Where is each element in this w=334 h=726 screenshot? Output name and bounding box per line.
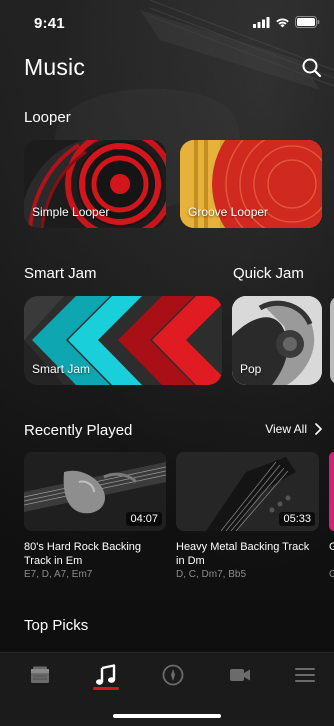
section-title-recently-played: Recently Played	[24, 422, 133, 439]
quick-jam-next-card[interactable]	[330, 296, 334, 385]
section-title-top-picks: Top Picks	[24, 617, 89, 634]
quick-jam-pop-card[interactable]: Pop	[232, 296, 322, 385]
view-all-link[interactable]: View All	[265, 422, 322, 436]
section-title-looper: Looper	[24, 109, 71, 126]
track-duration-1: 04:07	[126, 512, 162, 526]
nav-active-indicator	[93, 687, 119, 690]
track-thumbnail-3[interactable]	[329, 452, 334, 531]
track-title-2[interactable]: Heavy Metal Backing Track in Dm	[176, 540, 316, 568]
groove-looper-label: Groove Looper	[188, 205, 269, 219]
battery-icon	[295, 16, 320, 28]
page-title: Music	[24, 54, 86, 80]
signal-icon	[253, 16, 270, 28]
track-title-1[interactable]: 80's Hard Rock Backing Track in Em	[24, 540, 164, 568]
track-title-3[interactable]: G	[329, 540, 334, 554]
simple-looper-label: Simple Looper	[32, 205, 110, 219]
music-screen: 9:41 Music Looper Simple Looper Groove L…	[0, 0, 334, 726]
track-chords-1: E7, D, A7, Em7	[24, 569, 93, 580]
nav-item-menu[interactable]	[290, 663, 320, 687]
music-note-icon	[96, 664, 116, 685]
section-title-smart-jam: Smart Jam	[24, 265, 97, 282]
status-icons	[253, 16, 320, 28]
nav-item-video[interactable]	[225, 663, 255, 687]
menu-icon	[295, 668, 315, 682]
nav-item-explore[interactable]	[158, 663, 188, 687]
groove-looper-card[interactable]: Groove Looper	[180, 140, 322, 228]
amp-icon	[31, 666, 49, 683]
simple-looper-card[interactable]: Simple Looper	[24, 140, 166, 228]
wifi-icon	[276, 17, 289, 27]
search-icon	[302, 58, 322, 78]
track-chords-3: G	[329, 569, 334, 580]
home-indicator	[113, 714, 221, 718]
smart-jam-card[interactable]: Smart Jam	[24, 296, 222, 385]
chevron-right-icon	[315, 423, 322, 435]
pop-label: Pop	[240, 362, 262, 376]
track-thumbnail-2[interactable]: 05:33	[176, 452, 319, 531]
track-thumbnail-1[interactable]: 04:07	[24, 452, 166, 531]
status-bar: 9:41	[0, 0, 334, 44]
compass-icon	[162, 664, 184, 686]
track-duration-2: 05:33	[279, 512, 315, 526]
search-button[interactable]	[300, 56, 324, 80]
nav-item-amp[interactable]	[25, 663, 55, 687]
nav-item-music[interactable]	[91, 663, 121, 687]
video-camera-icon	[230, 669, 250, 681]
smart-jam-label: Smart Jam	[32, 362, 91, 376]
view-all-label: View All	[265, 422, 307, 436]
section-title-quick-jam: Quick Jam	[233, 265, 304, 282]
track-chords-2: D, C, Dm7, Bb5	[176, 569, 247, 580]
status-time: 9:41	[34, 15, 65, 32]
